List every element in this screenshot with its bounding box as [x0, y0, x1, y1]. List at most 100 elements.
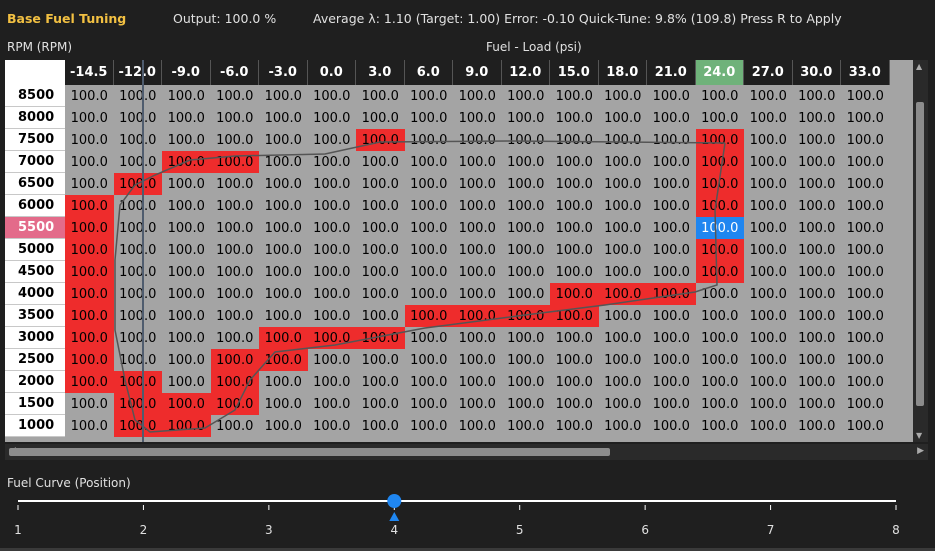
table-cell[interactable]: 100.0 — [114, 305, 163, 327]
table-cell[interactable]: 100.0 — [695, 195, 744, 217]
table-cell[interactable]: 100.0 — [65, 239, 114, 261]
table-cell[interactable]: 100.0 — [550, 371, 599, 393]
table-cell[interactable]: 100.0 — [696, 393, 745, 415]
table-cell[interactable]: 100.0 — [405, 173, 454, 195]
table-cell[interactable]: 100.0 — [453, 195, 502, 217]
table-cell[interactable]: 100.0 — [744, 129, 793, 151]
table-cell[interactable]: 100.0 — [308, 261, 357, 283]
table-cell[interactable]: 100.0 — [162, 415, 211, 437]
table-cell[interactable]: 100.0 — [793, 371, 842, 393]
table-cell[interactable]: 100.0 — [259, 217, 308, 239]
table-cell[interactable]: 100.0 — [211, 195, 260, 217]
table-cell[interactable]: 100.0 — [356, 327, 405, 349]
table-cell[interactable]: 100.0 — [696, 283, 745, 305]
table-cell[interactable]: 100.0 — [841, 393, 890, 415]
table-cell[interactable]: 100.0 — [308, 371, 357, 393]
table-cell[interactable]: 100.0 — [405, 349, 454, 371]
table-cell[interactable]: 100.0 — [793, 217, 842, 239]
table-cell[interactable]: 100.0 — [550, 217, 599, 239]
table-cell[interactable]: 100.0 — [647, 85, 696, 107]
table-cell[interactable]: 100.0 — [502, 151, 551, 173]
table-cell[interactable]: 100.0 — [793, 173, 842, 195]
table-cell[interactable]: 100.0 — [65, 85, 114, 107]
table-cell[interactable]: 100.0 — [744, 217, 793, 239]
column-header[interactable]: 12.0 — [501, 60, 550, 85]
table-cell[interactable]: 100.0 — [259, 151, 308, 173]
table-cell[interactable]: 100.0 — [356, 261, 405, 283]
table-cell[interactable]: 100.0 — [308, 173, 357, 195]
table-cell[interactable]: 100.0 — [744, 85, 793, 107]
table-cell[interactable]: 100.0 — [647, 261, 696, 283]
table-cell[interactable]: 100.0 — [599, 349, 648, 371]
table-cell[interactable]: 100.0 — [65, 371, 114, 393]
table-cell[interactable]: 100.0 — [647, 195, 696, 217]
table-cell[interactable]: 100.0 — [65, 415, 114, 437]
table-cell[interactable]: 100.0 — [453, 151, 502, 173]
column-header[interactable]: 6.0 — [404, 60, 453, 85]
table-cell[interactable]: 100.0 — [599, 327, 648, 349]
column-header[interactable]: 33.0 — [841, 60, 890, 85]
fuel-table[interactable]: -14.5 -12.0 -9.0 -6.0 -3.0 0.0 3.0 6.0 9.0 12.0 15… — [5, 60, 913, 442]
table-cell[interactable]: 100.0 — [356, 371, 405, 393]
table-cell[interactable]: 100.0 — [647, 151, 696, 173]
table-cell[interactable]: 100.0 — [308, 217, 357, 239]
table-cell[interactable]: 100.0 — [114, 327, 163, 349]
table-cell[interactable]: 100.0 — [162, 371, 211, 393]
table-cell[interactable]: 100.0 — [841, 349, 890, 371]
table-cell[interactable]: 100.0 — [356, 415, 405, 437]
table-cell[interactable]: 100.0 — [405, 129, 454, 151]
table-cell[interactable]: 100.0 — [550, 327, 599, 349]
table-cell[interactable]: 100.0 — [696, 371, 745, 393]
row-header[interactable]: 1000 — [5, 415, 65, 437]
table-cell[interactable]: 100.0 — [356, 129, 405, 151]
table-cell[interactable]: 100.0 — [453, 217, 502, 239]
table-cell[interactable]: 100.0 — [550, 195, 599, 217]
table-cell[interactable]: 100.0 — [259, 305, 308, 327]
table-cell[interactable]: 100.0 — [259, 239, 308, 261]
table-cell[interactable]: 100.0 — [356, 151, 405, 173]
table-cell[interactable]: 100.0 — [598, 283, 647, 305]
table-cell[interactable]: 100.0 — [65, 195, 114, 217]
table-cell[interactable]: 100.0 — [696, 415, 745, 437]
table-cell[interactable]: 100.0 — [65, 327, 114, 349]
table-cell[interactable]: 100.0 — [696, 85, 745, 107]
table-cell[interactable]: 100.0 — [793, 239, 842, 261]
fuel-curve-slider[interactable]: 1 2 3 4 5 6 7 8 — [0, 490, 935, 550]
table-cell[interactable]: 100.0 — [841, 239, 890, 261]
table-cell[interactable]: 100.0 — [841, 371, 890, 393]
row-header[interactable]: 7500 — [5, 129, 65, 151]
table-cell[interactable]: 100.0 — [162, 129, 211, 151]
table-cell[interactable]: 100.0 — [599, 393, 648, 415]
scroll-up-icon[interactable]: ▲ — [916, 62, 922, 71]
table-cell[interactable]: 100.0 — [113, 393, 162, 415]
table-cell[interactable]: 100.0 — [647, 371, 696, 393]
table-cell[interactable]: 100.0 — [259, 173, 308, 195]
table-cell[interactable]: 100.0 — [114, 261, 163, 283]
table-cell[interactable]: 100.0 — [599, 261, 648, 283]
table-cell[interactable]: 100.0 — [162, 327, 211, 349]
table-cell[interactable]: 100.0 — [453, 283, 502, 305]
column-header[interactable]: 24.0 — [695, 60, 744, 85]
table-cell[interactable]: 100.0 — [65, 173, 114, 195]
column-header[interactable]: -12.0 — [113, 60, 162, 85]
table-cell[interactable]: 100.0 — [356, 217, 405, 239]
table-cell[interactable]: 100.0 — [405, 415, 454, 437]
row-header[interactable]: 2500 — [5, 349, 65, 371]
table-cell[interactable]: 100.0 — [647, 349, 696, 371]
table-cell[interactable]: 100.0 — [696, 327, 745, 349]
table-cell[interactable]: 100.0 — [259, 129, 308, 151]
table-cell[interactable]: 100.0 — [695, 239, 744, 261]
table-cell[interactable]: 100.0 — [502, 85, 551, 107]
table-cell[interactable]: 100.0 — [307, 327, 356, 349]
table-cell[interactable]: 100.0 — [162, 305, 211, 327]
table-cell[interactable]: 100.0 — [259, 327, 308, 349]
table-cell[interactable]: 100.0 — [405, 107, 454, 129]
row-header[interactable]: 8000 — [5, 107, 65, 129]
table-cell[interactable]: 100.0 — [162, 217, 211, 239]
table-cell[interactable]: 100.0 — [211, 107, 260, 129]
table-cell[interactable]: 100.0 — [793, 305, 842, 327]
table-cell[interactable]: 100.0 — [695, 261, 744, 283]
table-cell[interactable]: 100.0 — [405, 239, 454, 261]
table-cell[interactable]: 100.0 — [550, 349, 599, 371]
table-cell[interactable]: 100.0 — [599, 415, 648, 437]
